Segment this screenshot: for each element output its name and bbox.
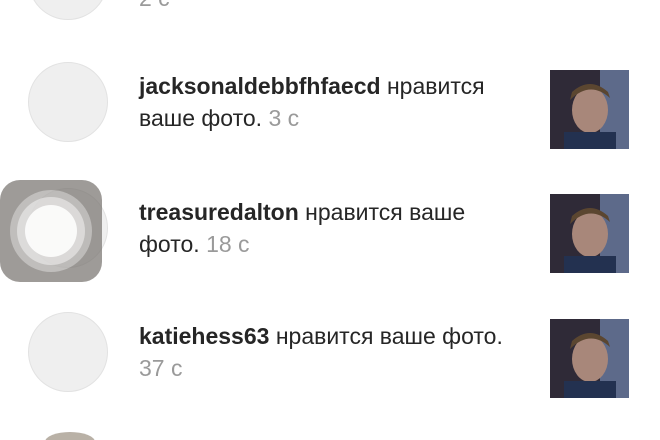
- photo-thumbnail[interactable]: [550, 319, 629, 398]
- assistive-touch-button[interactable]: [0, 180, 102, 282]
- notification-text: jacksonaldebbfhfaecd нравится ваше фото.…: [139, 70, 524, 134]
- activity-feed: 2 с jacksonaldebbfhfaecd нравится ваше ф…: [0, 0, 660, 440]
- notification-row[interactable]: 2 с: [0, 0, 660, 52]
- action-text: нравится ваше фото.: [269, 323, 503, 349]
- notification-row[interactable]: jacksonaldebbfhfaecd нравится ваше фото.…: [0, 52, 660, 176]
- notification-text: katiehess63 нравится ваше фото. 37 с: [139, 320, 524, 384]
- face-photo-icon: [550, 194, 629, 273]
- notification-row[interactable]: katiehess63 нравится ваше фото. 37 с: [0, 300, 660, 424]
- timestamp: 2 с: [139, 0, 170, 11]
- face-photo-icon: [550, 70, 629, 149]
- face-photo-icon: [550, 319, 629, 398]
- username-link[interactable]: jacksonaldebbfhfaecd: [139, 73, 381, 99]
- photo-thumbnail[interactable]: [550, 194, 629, 273]
- avatar[interactable]: [28, 62, 108, 142]
- avatar[interactable]: [45, 432, 95, 440]
- photo-thumbnail[interactable]: [550, 70, 629, 149]
- username-link[interactable]: katiehess63: [139, 323, 269, 349]
- timestamp: 3 с: [268, 105, 300, 131]
- avatar[interactable]: [28, 0, 108, 20]
- username-link[interactable]: treasuredalton: [139, 199, 299, 225]
- avatar[interactable]: [28, 312, 108, 392]
- assistive-touch-center: [25, 205, 77, 257]
- notification-text: treasuredalton нравится ваше фото. 18 с: [139, 196, 524, 260]
- notification-text: 2 с: [139, 0, 524, 14]
- timestamp: 37 с: [139, 355, 183, 381]
- timestamp: 18 с: [206, 231, 250, 257]
